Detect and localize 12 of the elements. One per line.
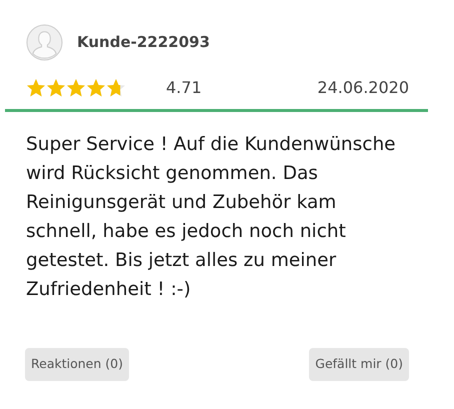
star-icon xyxy=(66,78,86,98)
reactions-button[interactable]: Reaktionen (0) xyxy=(25,348,129,381)
like-button[interactable]: Gefällt mir (0) xyxy=(309,348,409,381)
avatar-icon xyxy=(26,24,63,61)
review-date: 24.06.2020 xyxy=(317,77,409,99)
author-name: Kunde-2222093 xyxy=(77,32,210,54)
review-text: Super Service ! Auf die Kundenwünsche wird Rücksicht genommen. Das Reinigunsgerät und Zubehör kam schnell, habe es jedoch noch nicht getestet. Bis jetzt alles zu meiner Zufriedenheit ! :-) xyxy=(26,133,397,302)
star-icon xyxy=(26,78,46,98)
star-icon xyxy=(46,78,66,98)
rating-value: 4.71 xyxy=(166,77,202,99)
star-icon xyxy=(106,78,126,98)
star-icon xyxy=(86,78,106,98)
